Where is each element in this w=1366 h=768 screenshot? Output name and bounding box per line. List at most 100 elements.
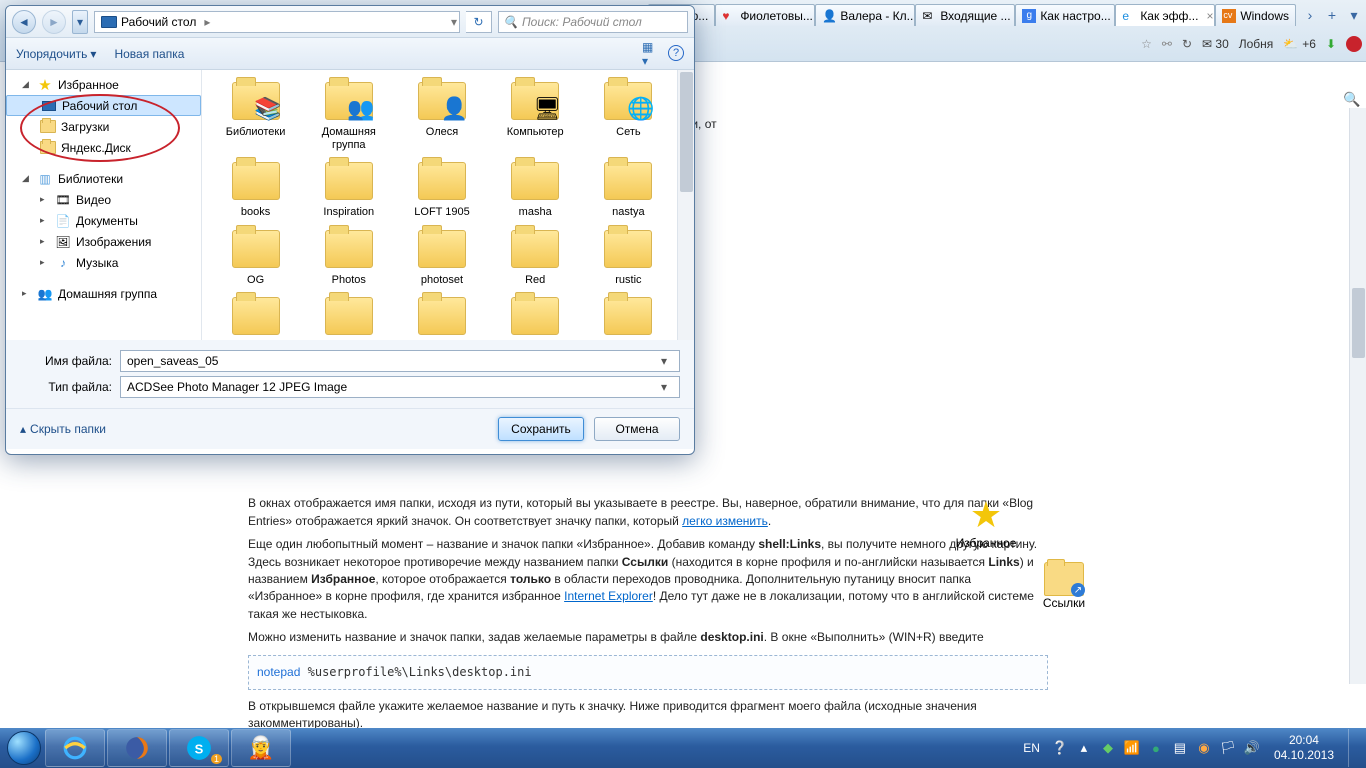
folder-item[interactable]: 👤Олеся (396, 78, 487, 154)
nav-forward-button[interactable]: ► (42, 10, 66, 34)
new-folder-button[interactable]: Новая папка (114, 47, 184, 61)
tray-icon[interactable]: ◉ (1196, 740, 1212, 756)
tree-item-desktop[interactable]: Рабочий стол (6, 95, 201, 116)
folder-item[interactable]: OG (210, 226, 301, 289)
tab-1[interactable]: ♥Фиолетовы... (715, 4, 815, 26)
help-button[interactable]: ? (668, 45, 684, 61)
refresh-button[interactable]: ↻ (466, 11, 492, 33)
taskbar-app[interactable]: 🧝 (231, 729, 291, 767)
tray-icon[interactable]: ▤ (1172, 740, 1188, 756)
reload-icon[interactable]: ↻ (1182, 37, 1192, 51)
save-button[interactable]: Сохранить (498, 417, 584, 441)
folder-item[interactable] (303, 293, 394, 340)
pinterest-icon[interactable] (1346, 36, 1362, 52)
folder-item[interactable]: Photos (303, 226, 394, 289)
chevron-down-icon[interactable]: ▾ (655, 380, 673, 394)
page-search-icon[interactable]: 🔍 (1340, 88, 1364, 110)
expand-icon[interactable]: ▸ (22, 288, 32, 299)
flag-icon[interactable]: 🏳 (1220, 740, 1236, 756)
taskbar-clock[interactable]: 20:04 04.10.2013 (1268, 733, 1340, 763)
article-bold: desktop.ini (700, 630, 763, 644)
filename-input[interactable]: open_saveas_05▾ (120, 350, 680, 372)
folder-item[interactable]: LOFT 1905 (396, 158, 487, 221)
folder-item[interactable] (210, 293, 301, 340)
tray-expand-icon[interactable]: ▴ (1076, 740, 1092, 756)
expand-icon[interactable]: ◢ (22, 79, 32, 90)
mail-icon[interactable]: ✉ 30 (1202, 37, 1229, 51)
folder-item[interactable]: books (210, 158, 301, 221)
folder-item[interactable]: 🌐Сеть (583, 78, 674, 154)
nav-history-button[interactable]: ▾ (72, 10, 88, 34)
tab-menu-button[interactable]: ▾ (1344, 5, 1364, 25)
folder-item[interactable]: Red (490, 226, 581, 289)
article-link[interactable]: легко изменить (682, 514, 768, 528)
star-outline-icon[interactable]: ☆ (1141, 37, 1152, 51)
page-scrollbar[interactable] (1349, 108, 1366, 684)
tree-item-documents[interactable]: ▸📄Документы (6, 210, 201, 231)
show-desktop-button[interactable] (1348, 729, 1360, 767)
folder-item[interactable] (396, 293, 487, 340)
tree-item-images[interactable]: ▸🖼Изображения (6, 231, 201, 252)
tree-item-video[interactable]: ▸🎞Видео (6, 189, 201, 210)
cancel-button[interactable]: Отмена (594, 417, 680, 441)
view-options-button[interactable]: ▦ ▾ (642, 45, 660, 63)
chevron-right-icon[interactable]: ▸ (202, 15, 212, 29)
tree-homegroup-header[interactable]: ▸👥Домашняя группа (6, 283, 201, 304)
folder-item[interactable]: 👥Домашняя группа (303, 78, 394, 154)
volume-icon[interactable]: 🔊 (1244, 740, 1260, 756)
close-icon[interactable]: × (1206, 9, 1213, 23)
weather-widget[interactable]: ⛅+6 (1283, 37, 1316, 51)
content-scrollbar[interactable] (677, 70, 694, 340)
start-button[interactable] (4, 728, 44, 768)
tab-4[interactable]: gКак настро... (1015, 4, 1115, 26)
nav-back-button[interactable]: ◄ (12, 10, 36, 34)
help-tray-icon[interactable]: ❔ (1052, 740, 1068, 756)
tab-3[interactable]: ✉Входящие ... (915, 4, 1015, 26)
expand-icon[interactable]: ◢ (22, 173, 32, 184)
tree-libraries-header[interactable]: ◢▥Библиотеки (6, 168, 201, 189)
tray-icon[interactable]: ◆ (1100, 740, 1116, 756)
organize-button[interactable]: Упорядочить ▾ (16, 47, 96, 61)
folder-item[interactable]: nastya (583, 158, 674, 221)
download-icon[interactable]: ⬇ (1326, 37, 1336, 51)
folder-item[interactable]: 🖥Компьютер (490, 78, 581, 154)
folder-item[interactable]: 📚Библиотеки (210, 78, 301, 154)
breadcrumb-root[interactable]: Рабочий стол (95, 12, 202, 32)
taskbar-skype[interactable]: S1 (169, 729, 229, 767)
search-input[interactable]: 🔍Поиск: Рабочий стол (498, 11, 688, 33)
weather-city[interactable]: Лобня (1239, 37, 1274, 51)
hide-folders-link[interactable]: ▴Скрыть папки (20, 422, 106, 436)
tab-list-button[interactable]: › (1300, 5, 1320, 25)
new-tab-button[interactable]: + (1322, 5, 1342, 25)
folder-item[interactable] (490, 293, 581, 340)
expand-icon[interactable]: ▸ (40, 257, 50, 268)
filetype-select[interactable]: ACDSee Photo Manager 12 JPEG Image▾ (120, 376, 680, 398)
breadcrumb[interactable]: Рабочий стол ▸ ▾ (94, 11, 460, 33)
taskbar-firefox[interactable] (107, 729, 167, 767)
folder-item[interactable]: rustic (583, 226, 674, 289)
tree-favorites-header[interactable]: ◢★Избранное (6, 74, 201, 95)
language-indicator[interactable]: EN (1019, 741, 1044, 755)
expand-icon[interactable]: ▸ (40, 194, 50, 205)
tree-item-downloads[interactable]: Загрузки (6, 116, 201, 137)
folder-item[interactable]: masha (490, 158, 581, 221)
tab-6[interactable]: cvWindows (1215, 4, 1296, 26)
taskbar-ie[interactable] (45, 729, 105, 767)
article-link[interactable]: Internet Explorer (564, 589, 653, 603)
tab-5[interactable]: eКак эфф...× (1115, 4, 1215, 26)
expand-icon[interactable]: ▸ (40, 236, 50, 247)
folder-item[interactable] (583, 293, 674, 340)
network-icon[interactable]: 📶 (1124, 740, 1140, 756)
folder-item[interactable]: photoset (396, 226, 487, 289)
tab-2[interactable]: 👤Валера - Кл... (815, 4, 915, 26)
folder-item[interactable]: Inspiration (303, 158, 394, 221)
tree-item-yadisk[interactable]: Яндекс.Диск (6, 137, 201, 158)
scrollbar-thumb[interactable] (1352, 288, 1365, 358)
breadcrumb-dropdown[interactable]: ▾ (449, 15, 459, 29)
tree-item-music[interactable]: ▸♪Музыка (6, 252, 201, 273)
expand-icon[interactable]: ▸ (40, 215, 50, 226)
chevron-down-icon[interactable]: ▾ (655, 354, 673, 368)
link-icon[interactable]: ⚯ (1162, 37, 1172, 51)
tray-icon[interactable]: ● (1148, 740, 1164, 756)
scrollbar-thumb[interactable] (680, 72, 693, 192)
